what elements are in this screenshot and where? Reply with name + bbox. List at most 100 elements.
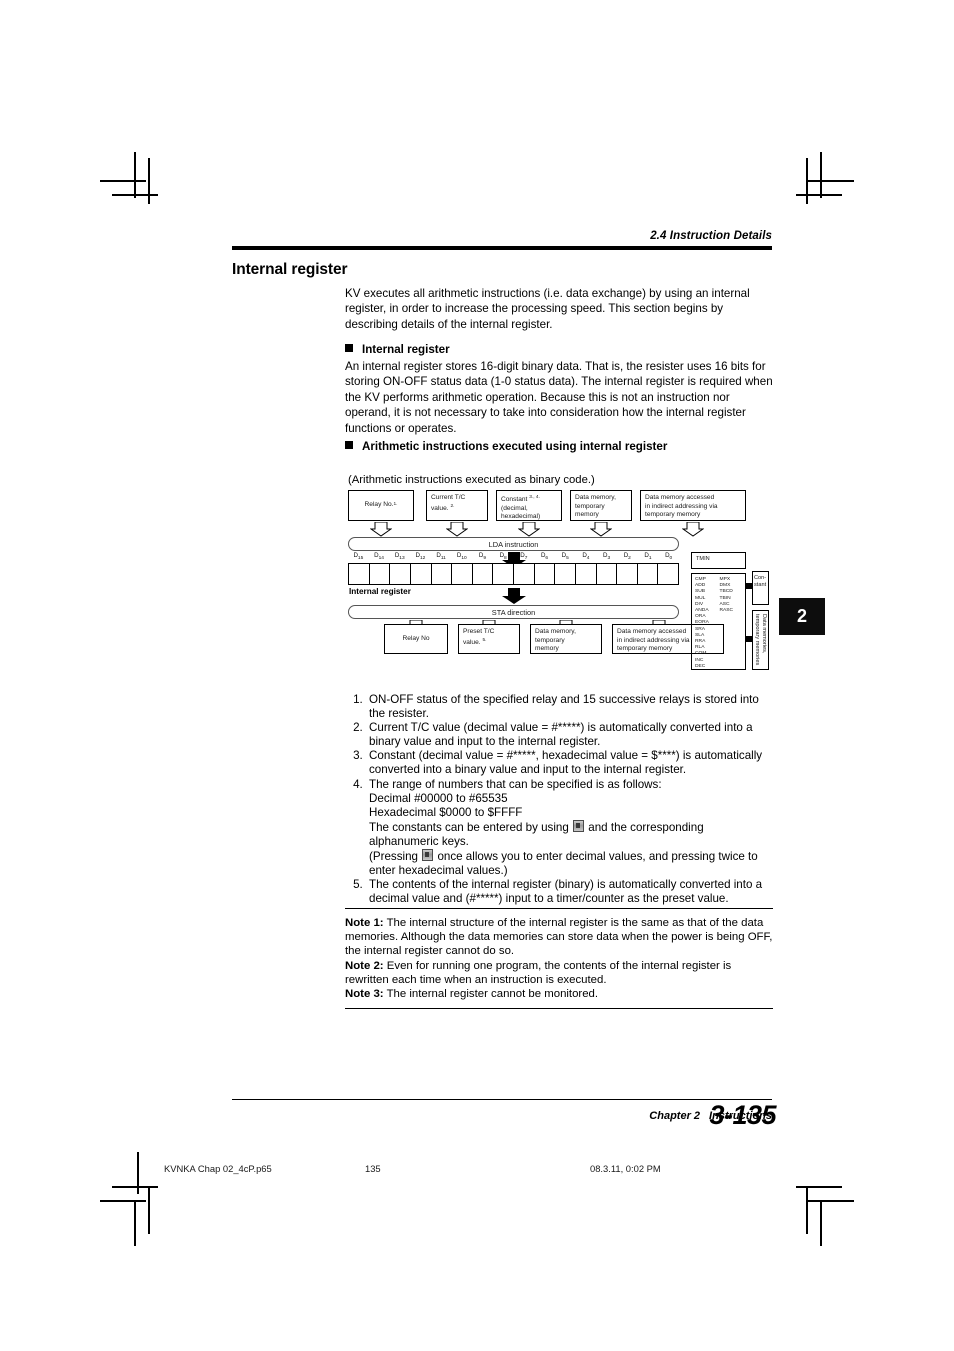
panel-instruction-list: CMP ADD SUB MUL DIV ANDA ORA EORA SRA SL…: [691, 573, 746, 670]
subline-key-a-before: The constants can be entered by using: [369, 820, 569, 834]
note-2: Note 2: Even for running one program, th…: [345, 959, 773, 987]
slug-rule: [137, 1152, 139, 1194]
source-relay-label: Relay No.: [364, 501, 394, 509]
crop-mark-bottom-right-h: [796, 1186, 842, 1188]
slug-date: 08.3.11, 0:02 PM: [590, 1163, 661, 1174]
list-item-text: Current T/C value (decimal value = #****…: [369, 721, 753, 749]
register-cell: [411, 564, 432, 584]
crop-mark-top-right-h2: [808, 180, 854, 182]
source-indirect-line1: Data memory accessed: [645, 494, 715, 501]
bullet-square-icon-2: [345, 441, 353, 449]
register-bit-label: D1: [644, 552, 652, 562]
register-cell: [576, 564, 597, 584]
note-3-label: Note 3:: [345, 988, 384, 1001]
register-bit-label: D13: [394, 552, 405, 562]
instruction-column-2: MPX DMX TBCD TBIN ASC RASC: [720, 577, 743, 666]
register-cell: [535, 564, 556, 584]
register-bit-label: D8: [499, 552, 507, 562]
note-1-label: Note 1:: [345, 917, 384, 929]
source-constant-line3: hexadecimal): [501, 513, 541, 521]
source-current-tc-line2-wrap: value. 2.: [431, 503, 483, 514]
chapter-tab-number: 2: [796, 606, 807, 626]
crop-mark-bottom-right-v2: [820, 1200, 822, 1246]
register-cell: [390, 564, 411, 584]
running-header: 2.4 Instruction Details: [650, 230, 772, 242]
crop-mark-bottom-right-h2: [808, 1200, 854, 1202]
list-item: ON-OFF status of the specified relay and…: [366, 693, 775, 721]
intro-paragraph: KV executes all arithmetic instructions …: [345, 286, 773, 332]
subsection-heading-internal-register: Internal register: [345, 343, 450, 356]
register-cell: [452, 564, 473, 584]
note-2-label: Note 2:: [345, 959, 384, 972]
sta-direction-pill: STA direction: [348, 605, 679, 619]
panel-constant-label: Con-stant: [752, 571, 769, 605]
panel-tmin-label: TMIN: [696, 556, 710, 562]
dest-preset-tc-line2-wrap: value. 5.: [463, 637, 515, 648]
crop-mark-top-right-v2: [820, 152, 822, 198]
register-bit-label: D14: [374, 552, 384, 562]
document-page: 2.4 Instruction Details Internal registe…: [0, 0, 954, 1351]
register-cell: [432, 564, 453, 584]
source-current-tc-line2: value.: [431, 504, 449, 512]
instruction-item: DEC: [695, 663, 706, 669]
source-indirect-line2: in indirect addressing via: [645, 502, 718, 510]
list-item-subline: Decimal #00000 to #65535: [369, 791, 508, 805]
subsection-heading-label: Internal register: [362, 343, 450, 356]
dest-data-memory-box: Data memory, temporary memory: [530, 624, 602, 654]
register-bit-label: D10: [456, 552, 467, 562]
diagram-caption: (Arithmetic instructions executed as bin…: [348, 474, 595, 486]
register-bit-label: D2: [623, 552, 631, 562]
list-item-subline: Hexadecimal $0000 to $FFFF: [369, 805, 523, 819]
arrow-down-source-relay-icon: [370, 522, 392, 537]
list-item: Constant (decimal value = #*****, hexade…: [366, 749, 775, 777]
page-number: 3-135: [709, 1100, 776, 1130]
dest-data-memory-line2: temporary: [535, 636, 565, 644]
dest-preset-tc-box: Preset T/C value. 5.: [458, 624, 520, 654]
crop-mark-top-left-v: [148, 158, 150, 204]
register-cell: [638, 564, 659, 584]
panel-data-memories-label: Data memories, temporary memories: [752, 610, 769, 670]
register-cells: [348, 563, 679, 585]
footer-rule: [232, 1099, 772, 1101]
crop-mark-top-right-h: [796, 194, 842, 196]
bullet-square-icon: [345, 344, 353, 352]
register-cell: [473, 564, 494, 584]
slug-file-name: KVNKA Chap 02_4cP.p65: [164, 1163, 272, 1174]
note-3: Note 3: The internal register cannot be …: [345, 987, 773, 1001]
list-item-text: Constant (decimal value = #*****, hexade…: [369, 749, 763, 777]
panel-tmin-box: TMIN: [691, 552, 746, 569]
list-item-text: The contents of the internal register (b…: [369, 878, 763, 906]
register-bit-label: D7: [520, 552, 528, 562]
register-bit-label: D3: [603, 552, 611, 562]
crop-mark-bottom-left-h2: [100, 1200, 146, 1202]
source-relay-box: Relay No. 1.: [348, 490, 414, 521]
list-item-text: ON-OFF status of the specified relay and…: [369, 693, 759, 721]
intro-text: KV executes all arithmetic instructions …: [345, 287, 750, 331]
note-2-text: Even for running one program, the conten…: [345, 959, 732, 986]
source-indirect-box: Data memory accessed in indirect address…: [640, 490, 746, 521]
page-title: Internal register: [232, 261, 348, 278]
list-item-subline-key-b: (Pressing once allows you to enter decim…: [369, 849, 775, 878]
crop-mark-bottom-left-h: [112, 1186, 158, 1188]
note-1: Note 1: The internal structure of the in…: [345, 916, 773, 959]
dest-preset-tc-sup: 5.: [482, 637, 487, 643]
dest-relay-label: Relay No: [402, 634, 430, 642]
dest-data-memory-line3: memory: [535, 645, 559, 653]
register-cell: [658, 564, 678, 584]
source-constant-line2: (decimal,: [501, 504, 528, 512]
source-constant-sup: 3., 4.: [529, 495, 540, 500]
list-item: Current T/C value (decimal value = #****…: [366, 721, 775, 749]
register-cell: [514, 564, 535, 584]
arrow-down-source-data-memory-icon: [590, 522, 612, 537]
dest-preset-tc-line2: value.: [463, 638, 481, 646]
notes-block: Note 1: The internal structure of the in…: [345, 908, 773, 1010]
arrow-down-register-to-sta-icon: [502, 588, 526, 604]
register-bit-label: D4: [582, 552, 590, 562]
register-bit-label: D5: [561, 552, 569, 562]
key-icon: [573, 819, 585, 832]
instruction-column-1: CMP ADD SUB MUL DIV ANDA ORA EORA SRA SL…: [695, 577, 718, 669]
crop-mark-bottom-left-v: [148, 1188, 150, 1234]
register-cell: [370, 564, 391, 584]
source-relay-sup: 1.: [393, 502, 398, 508]
lda-instruction-label: LDA instruction: [488, 539, 539, 549]
